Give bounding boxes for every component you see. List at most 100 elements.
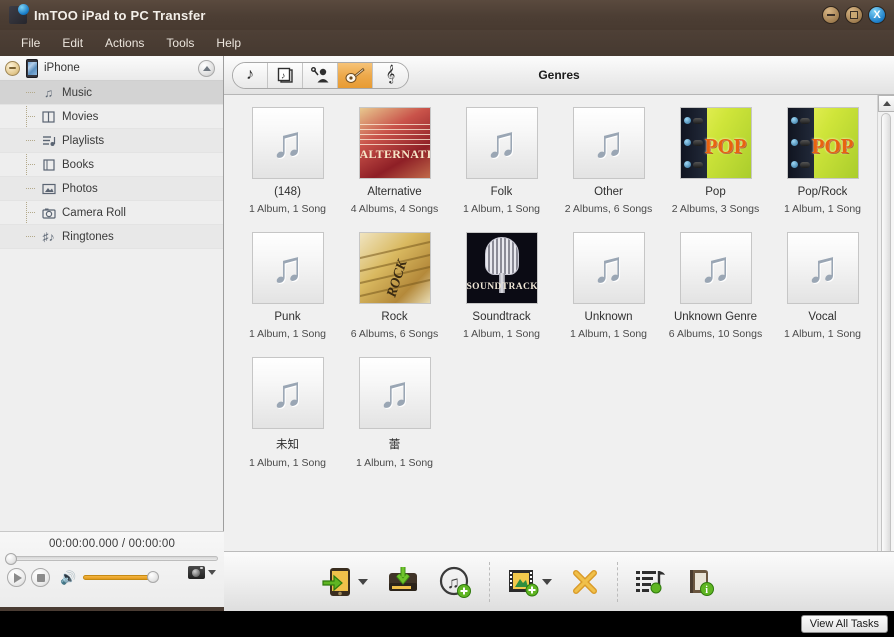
volume-slider[interactable]	[83, 575, 155, 580]
genre-item[interactable]: ROCK Rock 6 Albums, 6 Songs	[341, 232, 448, 340]
photo-icon	[41, 181, 56, 196]
minimize-button[interactable]	[822, 6, 840, 24]
album-art: ♫	[573, 107, 645, 179]
export-to-device-button[interactable]	[312, 552, 377, 611]
genre-stats: 1 Album, 1 Song	[356, 457, 433, 469]
genre-stats: 2 Albums, 6 Songs	[565, 203, 653, 215]
add-music-button[interactable]: ♫	[429, 552, 481, 611]
stop-button[interactable]	[31, 568, 50, 587]
vertical-scrollbar[interactable]	[877, 95, 894, 578]
scroll-up-icon[interactable]	[878, 95, 894, 112]
tab-albums[interactable]: ♪	[268, 63, 303, 88]
eject-icon[interactable]	[198, 60, 215, 77]
genre-stats: 1 Album, 1 Song	[463, 203, 540, 215]
genre-item[interactable]: ♫ Other 2 Albums, 6 Songs	[555, 107, 662, 215]
tuning-peg	[791, 160, 811, 169]
genre-item[interactable]: ♫ (148) 1 Album, 1 Song	[234, 107, 341, 215]
application-window: ImTOO iPad to PC Transfer X File Edit Ac…	[0, 0, 894, 637]
genre-item[interactable]: ♫ 蕾 1 Album, 1 Song	[341, 357, 448, 469]
chevron-down-icon[interactable]	[542, 579, 552, 585]
export-to-pc-button[interactable]	[377, 552, 429, 611]
album-art: POP	[680, 107, 752, 179]
genre-item[interactable]: ♫ 未知 1 Album, 1 Song	[234, 357, 341, 469]
genre-item[interactable]: ALTERNATIVE Alternative 4 Albums, 4 Song…	[341, 107, 448, 215]
sidebar-item-label: Photos	[62, 183, 98, 195]
tab-composers[interactable]: 𝄞	[373, 63, 408, 88]
genre-item[interactable]: POP Pop 2 Albums, 3 Songs	[662, 107, 769, 215]
delete-button[interactable]	[561, 552, 609, 611]
sidebar-item-photos[interactable]: Photos	[0, 177, 223, 201]
tab-songs[interactable]: ♪	[233, 63, 268, 88]
maximize-button[interactable]	[845, 6, 863, 24]
sidebar-item-movies[interactable]: Movies	[0, 105, 223, 129]
genres-grid-container: ♫ (148) 1 Album, 1 Song ALTERNATIVE Alte…	[224, 95, 894, 578]
tab-artists[interactable]	[303, 63, 338, 88]
device-row[interactable]: iPhone	[0, 56, 223, 81]
tuning-peg	[791, 116, 811, 125]
svg-text:♪: ♪	[281, 70, 286, 80]
add-music-icon: ♫	[438, 565, 472, 599]
genre-name: Pop/Rock	[798, 186, 848, 198]
title-bar: ImTOO iPad to PC Transfer X	[0, 0, 894, 30]
chevron-down-icon[interactable]	[208, 570, 216, 575]
menu-item-tools[interactable]: Tools	[155, 33, 205, 53]
album-art: ♫	[359, 357, 431, 429]
genre-item[interactable]: ♫ Punk 1 Album, 1 Song	[234, 232, 341, 340]
tab-genres[interactable]	[338, 63, 373, 88]
sidebar-item-books[interactable]: Books	[0, 153, 223, 177]
genre-item[interactable]: ♫ Vocal 1 Album, 1 Song	[769, 232, 876, 340]
book-icon	[41, 157, 56, 172]
sidebar-item-camera-roll[interactable]: Camera Roll	[0, 201, 223, 225]
sidebar-item-label: Books	[62, 159, 94, 171]
device-app-icon	[9, 6, 27, 24]
device-info-button[interactable]: i	[676, 552, 724, 611]
volume-track	[83, 575, 155, 580]
view-all-tasks-button[interactable]: View All Tasks	[801, 615, 888, 633]
genre-name: Vocal	[808, 311, 836, 323]
sidebar-item-label: Playlists	[62, 135, 104, 147]
album-art: SOUNDTRACK	[466, 232, 538, 304]
genre-item[interactable]: ♫ Folk 1 Album, 1 Song	[448, 107, 555, 215]
volume-knob[interactable]	[147, 571, 159, 583]
seek-bar[interactable]	[0, 550, 224, 561]
sidebar-item-playlists[interactable]: Playlists	[0, 129, 223, 153]
menu-item-file[interactable]: File	[10, 33, 51, 53]
album-art: ♫	[573, 232, 645, 304]
bottom-toolbar: ♫	[224, 551, 894, 611]
genre-stats: 6 Albums, 6 Songs	[351, 328, 439, 340]
add-film-icon	[507, 566, 539, 598]
tuning-peg	[684, 138, 704, 147]
close-button[interactable]: X	[868, 6, 886, 24]
genre-item[interactable]: POP Pop/Rock 1 Album, 1 Song	[769, 107, 876, 215]
album-art: ♫	[680, 232, 752, 304]
play-button[interactable]	[7, 568, 26, 587]
sidebar-item-ringtones[interactable]: ♯♪ Ringtones	[0, 225, 223, 249]
speaker-icon[interactable]: 🔊	[60, 570, 76, 586]
sidebar-nav-list: ♫ Music Movies Playlists	[0, 81, 223, 249]
chevron-down-icon[interactable]	[358, 579, 368, 585]
minus-circle-icon[interactable]	[5, 61, 20, 76]
sidebar-item-music[interactable]: ♫ Music	[0, 81, 223, 105]
album-icon: ♪	[277, 67, 294, 84]
scrollbar-thumb[interactable]	[881, 113, 891, 560]
main-body: iPhone ♫ Music Movies	[0, 56, 894, 607]
artist-mic-icon	[311, 67, 329, 84]
genre-item[interactable]: SOUNDTRACK Soundtrack 1 Album, 1 Song	[448, 232, 555, 340]
menu-item-edit[interactable]: Edit	[51, 33, 94, 53]
playlist-manager-button[interactable]	[626, 552, 676, 611]
category-tab-bar: ♪ ♪	[224, 56, 894, 95]
menu-item-help[interactable]: Help	[205, 33, 252, 53]
album-art: ROCK	[359, 232, 431, 304]
menu-item-actions[interactable]: Actions	[94, 33, 155, 53]
treble-clef-icon: 𝄞	[386, 66, 395, 84]
genre-item[interactable]: ♫ Unknown 1 Album, 1 Song	[555, 232, 662, 340]
player-controls: 🔊	[0, 561, 224, 587]
add-media-button[interactable]	[498, 552, 561, 611]
snapshot-controls	[188, 566, 216, 579]
camera-snapshot-icon[interactable]	[188, 566, 205, 579]
genre-item[interactable]: ♫ Unknown Genre 6 Albums, 10 Songs	[662, 232, 769, 340]
genre-name: Rock	[381, 311, 407, 323]
guitar-icon	[345, 67, 365, 84]
genre-stats: 2 Albums, 3 Songs	[672, 203, 760, 215]
genre-name: Punk	[274, 311, 300, 323]
